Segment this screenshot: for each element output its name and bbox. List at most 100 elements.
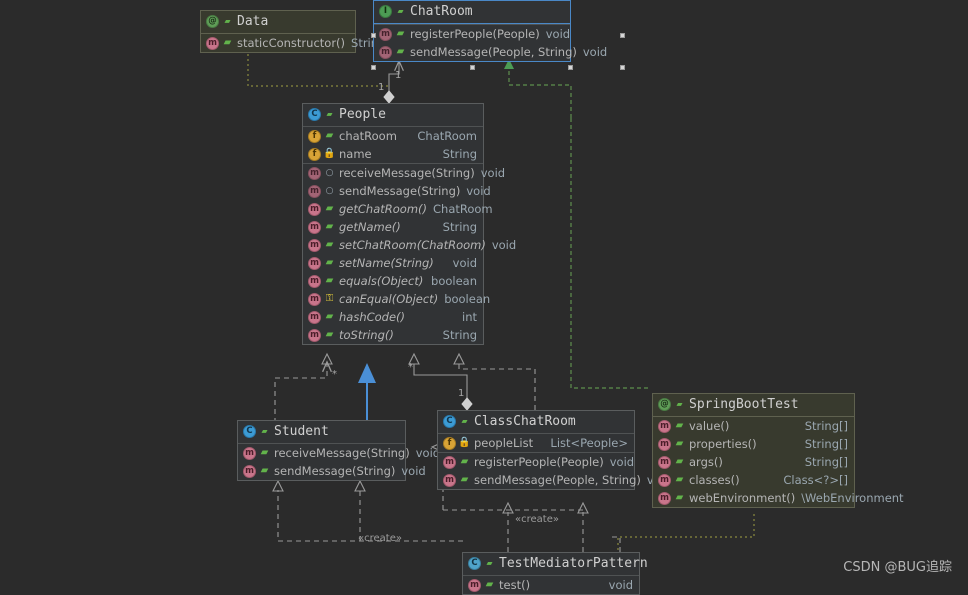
- watermark: CSDN @BUG追踪: [843, 560, 952, 575]
- method-icon: m: [308, 292, 321, 306]
- selection-handle-sw[interactable]: [371, 65, 376, 70]
- member-row[interactable]: m ⚿ canEqual(Object) boolean: [303, 290, 490, 308]
- member-row[interactable]: m ▰ getName() String: [303, 218, 483, 236]
- node-data-header: @ ▰ Data: [201, 11, 355, 33]
- selection-handle-nw[interactable]: [371, 33, 376, 38]
- member-name: properties(): [689, 437, 757, 451]
- method-abstract-icon: m: [308, 184, 321, 198]
- member-row[interactable]: m ▰ toString() String: [303, 326, 483, 344]
- method-icon: m: [658, 473, 671, 487]
- member-row[interactable]: m ▰ setName(String) void: [303, 254, 483, 272]
- member-row[interactable]: m ▰ classes() Class<?>[]: [653, 471, 854, 489]
- member-row[interactable]: m ▰ registerPeople(People) void: [374, 25, 570, 43]
- member-row[interactable]: m ▰ webEnvironment() \WebEnvironment: [653, 489, 904, 507]
- member-row[interactable]: f ▰ chatRoom ChatRoom: [303, 127, 483, 145]
- node-data[interactable]: @ ▰ Data m ▰ staticConstructor() String: [200, 10, 385, 53]
- member-name: staticConstructor(): [237, 36, 346, 50]
- selection-handle-se[interactable]: [620, 65, 625, 70]
- node-testmediatorpattern[interactable]: C ▰ TestMediatorPattern m ▰ test() void: [462, 552, 648, 595]
- visibility-abstract-icon: ○: [325, 185, 334, 196]
- visibility-public-icon: ▰: [325, 239, 334, 250]
- member-row[interactable]: m ○ receiveMessage(String) void: [303, 164, 505, 182]
- member-row[interactable]: m ▰ sendMessage(String) void: [238, 462, 426, 480]
- node-chatroom[interactable]: I ▰ ChatRoom m ▰ registerPeople(People) …: [373, 0, 607, 62]
- visibility-public-icon: ▰: [223, 37, 232, 48]
- member-row[interactable]: m ▰ properties() String[]: [653, 435, 854, 453]
- member-row[interactable]: m ▰ test() void: [463, 576, 639, 594]
- node-springboottest[interactable]: @ ▰ SpringBootTest m ▰ value() String[] …: [652, 393, 904, 508]
- member-type: void: [609, 455, 635, 469]
- visibility-public-icon: ▰: [675, 420, 684, 431]
- member-row[interactable]: m ▰ hashCode() int: [303, 308, 483, 326]
- method-icon: m: [658, 437, 671, 451]
- member-type: boolean: [431, 274, 477, 288]
- member-name: sendMessage(String): [339, 184, 461, 198]
- member-name: canEqual(Object): [339, 292, 439, 306]
- member-name: sendMessage(People, String): [474, 473, 641, 487]
- method-icon: m: [206, 36, 219, 50]
- node-chatroom-title: ChatRoom: [410, 4, 473, 19]
- visibility-public-icon: ▰: [325, 257, 334, 268]
- visibility-public-icon: ▰: [485, 579, 494, 590]
- visibility-public-icon: ▰: [460, 456, 469, 467]
- member-row[interactable]: f 🔒 name String: [303, 145, 483, 163]
- method-icon: m: [308, 238, 321, 252]
- node-classchatroom[interactable]: C ▰ ClassChatRoom f 🔒 peopleList List<Pe…: [437, 410, 671, 490]
- member-row[interactable]: f 🔒 peopleList List<People>: [438, 434, 634, 452]
- member-type: String[]: [804, 437, 848, 451]
- method-icon: m: [658, 419, 671, 433]
- member-row[interactable]: m ▰ sendMessage(People, String) void: [438, 471, 671, 489]
- member-name: getChatRoom(): [339, 202, 427, 216]
- visibility-public-icon: ▰: [326, 108, 333, 120]
- method-icon: m: [658, 455, 671, 469]
- edge-classchatroom-dep-people: [453, 352, 536, 410]
- member-row[interactable]: m ▰ args() String[]: [653, 453, 854, 471]
- member-row[interactable]: m ▰ receiveMessage(String) void: [238, 444, 440, 462]
- member-type: String: [442, 147, 477, 161]
- visibility-private-icon: 🔒: [458, 437, 471, 448]
- visibility-public-icon: ▰: [260, 447, 269, 458]
- member-name: receiveMessage(String): [274, 446, 410, 460]
- edge-classchatroom-aggregates-people: [408, 352, 473, 411]
- member-row[interactable]: m ▰ staticConstructor() String: [201, 34, 385, 52]
- member-row[interactable]: m ▰ getChatRoom() ChatRoom: [303, 200, 493, 218]
- member-row[interactable]: m ▰ value() String[]: [653, 417, 854, 435]
- visibility-public-icon: ▰: [325, 130, 334, 141]
- edge-people-chatroom-aggregation: [383, 62, 399, 104]
- edge-classchatroom-implements-chatroom: [504, 59, 650, 389]
- member-row[interactable]: m ▰ setChatRoom(ChatRoom) void: [303, 236, 516, 254]
- annotation-icon: @: [658, 398, 671, 411]
- node-student[interactable]: C ▰ Student m ▰ receiveMessage(String) v…: [237, 420, 440, 481]
- selection-handle-s[interactable]: [470, 65, 475, 70]
- method-icon: m: [443, 455, 456, 469]
- visibility-private-icon: 🔒: [323, 148, 336, 159]
- interface-icon: I: [379, 5, 392, 18]
- method-icon: m: [308, 202, 321, 216]
- visibility-public-icon: ▰: [261, 425, 268, 437]
- member-row[interactable]: m ○ sendMessage(String) void: [303, 182, 491, 200]
- method-icon: m: [308, 220, 321, 234]
- uml-diagram-canvas[interactable]: 1 1 * 1 * «create» «create» @ ▰ Data m ▰…: [0, 0, 968, 595]
- annotation-icon: @: [206, 15, 219, 28]
- field-icon: f: [308, 147, 321, 161]
- member-type: void: [582, 45, 608, 59]
- node-people-title: People: [339, 107, 386, 122]
- member-type: void: [545, 27, 571, 41]
- edge-create-classchatroom: [502, 501, 621, 552]
- member-name: name: [339, 147, 372, 161]
- multiplicity-label-chatroom: 1: [395, 70, 402, 81]
- method-abstract-icon: m: [379, 27, 392, 41]
- member-row[interactable]: m ▰ equals(Object) boolean: [303, 272, 483, 290]
- node-people[interactable]: C ▰ People f ▰ chatRoom ChatRoom f 🔒 nam…: [302, 103, 516, 345]
- node-springboottest-members: m ▰ value() String[] m ▰ properties() St…: [653, 416, 904, 507]
- visibility-public-icon: ▰: [325, 311, 334, 322]
- selection-handle-ne[interactable]: [620, 33, 625, 38]
- node-data-members: m ▰ staticConstructor() String: [201, 33, 385, 52]
- node-testmediatorpattern-members: m ▰ test() void: [463, 575, 639, 594]
- member-row[interactable]: m ▰ registerPeople(People) void: [438, 453, 634, 471]
- visibility-public-icon: ▰: [396, 28, 405, 39]
- member-row[interactable]: m ▰ sendMessage(People, String) void: [374, 43, 607, 61]
- class-icon: C: [443, 415, 456, 428]
- selection-handle-e-mid[interactable]: [568, 65, 573, 70]
- node-springboottest-header: @ ▰ SpringBootTest: [653, 394, 854, 416]
